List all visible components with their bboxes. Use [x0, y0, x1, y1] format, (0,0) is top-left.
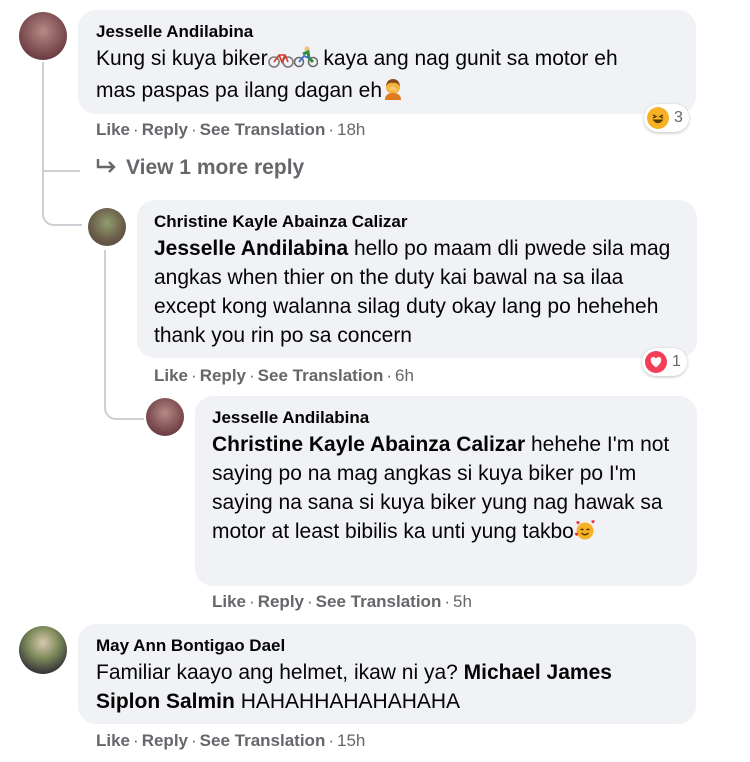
reply-arrow-icon — [96, 156, 118, 180]
comment-author[interactable]: Jesselle Andilabina — [212, 408, 369, 428]
haha-reaction-icon — [647, 107, 669, 129]
smiling-face-with-hearts-icon — [574, 519, 596, 549]
see-translation-link[interactable]: See Translation — [258, 366, 384, 385]
mention-link[interactable]: Jesselle Andilabina — [154, 237, 348, 260]
timestamp[interactable]: 18h — [337, 120, 365, 139]
avatar[interactable] — [19, 12, 67, 60]
see-translation-link[interactable]: See Translation — [316, 592, 442, 611]
avatar[interactable] — [19, 626, 67, 674]
see-translation-link[interactable]: See Translation — [200, 731, 326, 750]
person-biking-icon — [293, 46, 318, 76]
view-more-replies-link[interactable]: View 1 more reply — [96, 156, 304, 180]
see-translation-link[interactable]: See Translation — [200, 120, 326, 139]
comment-actions: Like · Reply · See Translation · 18h — [96, 120, 366, 139]
bicycle-icon — [267, 47, 294, 76]
comment-actions: Like · Reply · See Translation · 6h — [154, 366, 414, 385]
love-reaction-icon — [645, 351, 667, 373]
thread-line-view-more — [42, 140, 80, 172]
reply-button[interactable]: Reply — [200, 366, 246, 385]
timestamp[interactable]: 5h — [453, 592, 472, 611]
reply-button[interactable]: Reply — [258, 592, 304, 611]
comment-actions: Like · Reply · See Translation · 5h — [212, 592, 472, 611]
comment-text: Jesselle Andilabina hello po maam dli pw… — [154, 237, 671, 347]
like-button[interactable]: Like — [212, 592, 246, 611]
comment-author[interactable]: May Ann Bontigao Dael — [96, 636, 285, 656]
comment-author[interactable]: Jesselle Andilabina — [96, 22, 253, 42]
timestamp[interactable]: 15h — [337, 731, 365, 750]
mention-link[interactable]: Christine Kayle Abainza Calizar — [212, 433, 525, 456]
avatar[interactable] — [88, 208, 126, 246]
comment-text: Christine Kayle Abainza Calizar hehehe I… — [212, 430, 686, 549]
reaction-count[interactable]: 1 — [642, 348, 687, 376]
comment-actions: Like · Reply · See Translation · 15h — [96, 731, 366, 750]
comment-text: Familiar kaayo ang helmet, ikaw ni ya? M… — [96, 661, 612, 713]
reply-button[interactable]: Reply — [142, 731, 188, 750]
like-button[interactable]: Like — [96, 120, 130, 139]
reply-button[interactable]: Reply — [142, 120, 188, 139]
like-button[interactable]: Like — [154, 366, 188, 385]
avatar[interactable] — [146, 398, 184, 436]
comment-text: Kung si kuya biker kaya ang nag gunit sa… — [96, 44, 686, 108]
person-facepalming-icon — [382, 78, 404, 108]
comment-author[interactable]: Christine Kayle Abainza Calizar — [154, 212, 408, 232]
timestamp[interactable]: 6h — [395, 366, 414, 385]
like-button[interactable]: Like — [96, 731, 130, 750]
reaction-count[interactable]: 3 — [644, 104, 689, 132]
